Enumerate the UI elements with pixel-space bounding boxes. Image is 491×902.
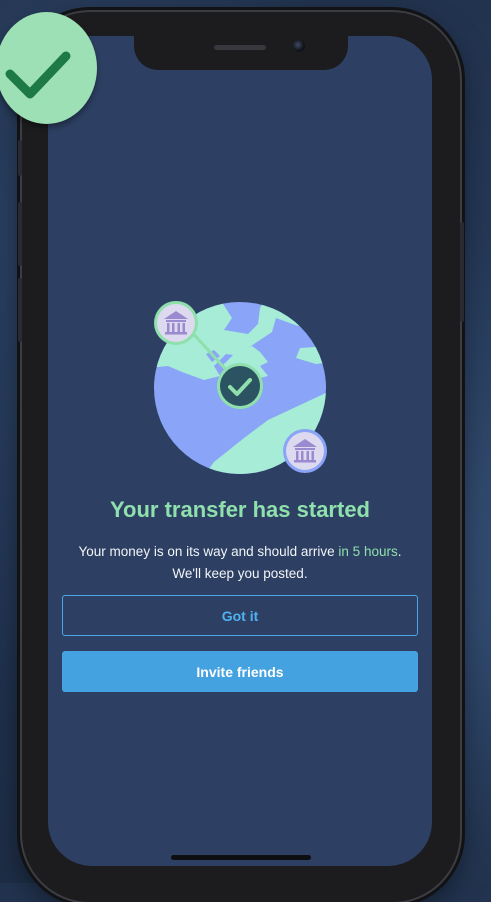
transfer-message: Your money is on its way and should arri… <box>48 541 432 585</box>
volume-down-button <box>18 278 22 342</box>
invite-friends-button[interactable]: Invite friends <box>62 651 418 692</box>
globe-illustration <box>148 296 332 478</box>
speaker <box>214 45 266 50</box>
power-button <box>460 222 464 322</box>
message-line-2: We'll keep you posted. <box>172 566 308 581</box>
home-indicator[interactable] <box>171 855 311 860</box>
volume-up-button <box>18 202 22 266</box>
notch <box>134 36 348 70</box>
arrival-time: in 5 hours <box>338 544 398 559</box>
message-prefix: Your money is on its way and should arri… <box>78 544 335 559</box>
front-camera <box>293 40 305 52</box>
checkmark-icon <box>5 51 71 99</box>
message-suffix: . <box>397 544 402 559</box>
page-title: Your transfer has started <box>109 497 370 522</box>
silent-switch <box>18 140 22 176</box>
success-badge <box>0 12 97 124</box>
got-it-button[interactable]: Got it <box>62 595 418 636</box>
